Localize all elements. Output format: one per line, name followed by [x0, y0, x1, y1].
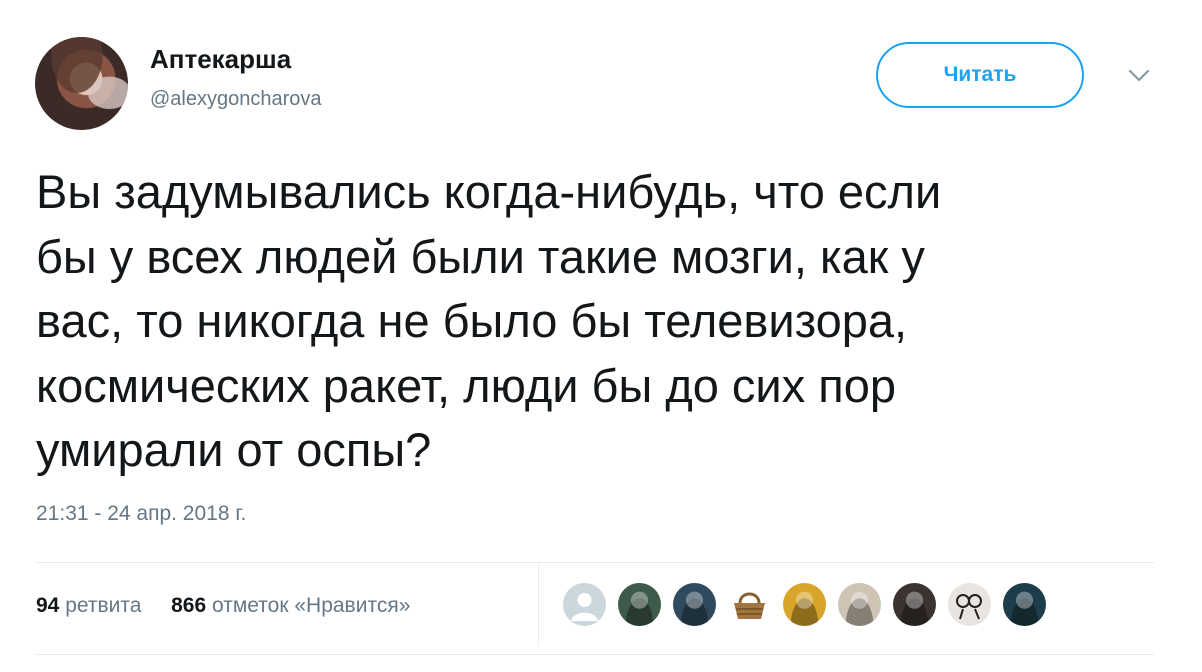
- tweet-text: Вы задумывались когда-нибудь, что если б…: [36, 165, 942, 476]
- tweet-timestamp[interactable]: 21:31 - 24 апр. 2018 г.: [36, 502, 246, 526]
- user-avatar[interactable]: [35, 37, 128, 130]
- liker-avatar-6[interactable]: [838, 583, 881, 626]
- liker-avatar-1[interactable]: [563, 583, 606, 626]
- liker-avatar-3[interactable]: [673, 583, 716, 626]
- chevron-down-icon[interactable]: [1126, 62, 1152, 88]
- avatar-photo-icon: [618, 583, 661, 626]
- stats-separator: [538, 564, 539, 646]
- retweet-stat[interactable]: 94 ретвита: [36, 594, 141, 617]
- like-count: 866: [171, 594, 207, 617]
- user-handle[interactable]: @alexygoncharova: [150, 88, 322, 111]
- avatar-photo-icon: [783, 583, 826, 626]
- like-label: отметок «Нравится»: [212, 594, 411, 617]
- avatar-photo-icon: [673, 583, 716, 626]
- liker-avatar-5[interactable]: [783, 583, 826, 626]
- liker-avatar-9[interactable]: [1003, 583, 1046, 626]
- liker-avatar-8[interactable]: [948, 583, 991, 626]
- like-stat[interactable]: 866 отметок «Нравится»: [171, 594, 410, 617]
- liker-avatars: [563, 583, 1046, 626]
- avatar-photo-icon: [838, 583, 881, 626]
- divider-top: [34, 562, 1154, 563]
- avatar-sketch-icon: [948, 583, 991, 626]
- follow-button[interactable]: Читать: [876, 42, 1084, 108]
- avatar-photo-icon: [893, 583, 936, 626]
- tweet-stats: 94 ретвита 866 отметок «Нравится»: [36, 594, 410, 618]
- display-name[interactable]: Аптекарша: [150, 44, 291, 75]
- liker-avatar-7[interactable]: [893, 583, 936, 626]
- basket-icon: [728, 583, 771, 626]
- liker-avatar-2[interactable]: [618, 583, 661, 626]
- retweet-count: 94: [36, 594, 60, 617]
- default-avatar-icon: [563, 583, 606, 626]
- divider-bottom: [34, 654, 1154, 655]
- retweet-label: ретвита: [65, 594, 142, 617]
- avatar-photo-icon: [35, 37, 128, 130]
- avatar-photo-icon: [1003, 583, 1046, 626]
- liker-avatar-4[interactable]: [728, 583, 771, 626]
